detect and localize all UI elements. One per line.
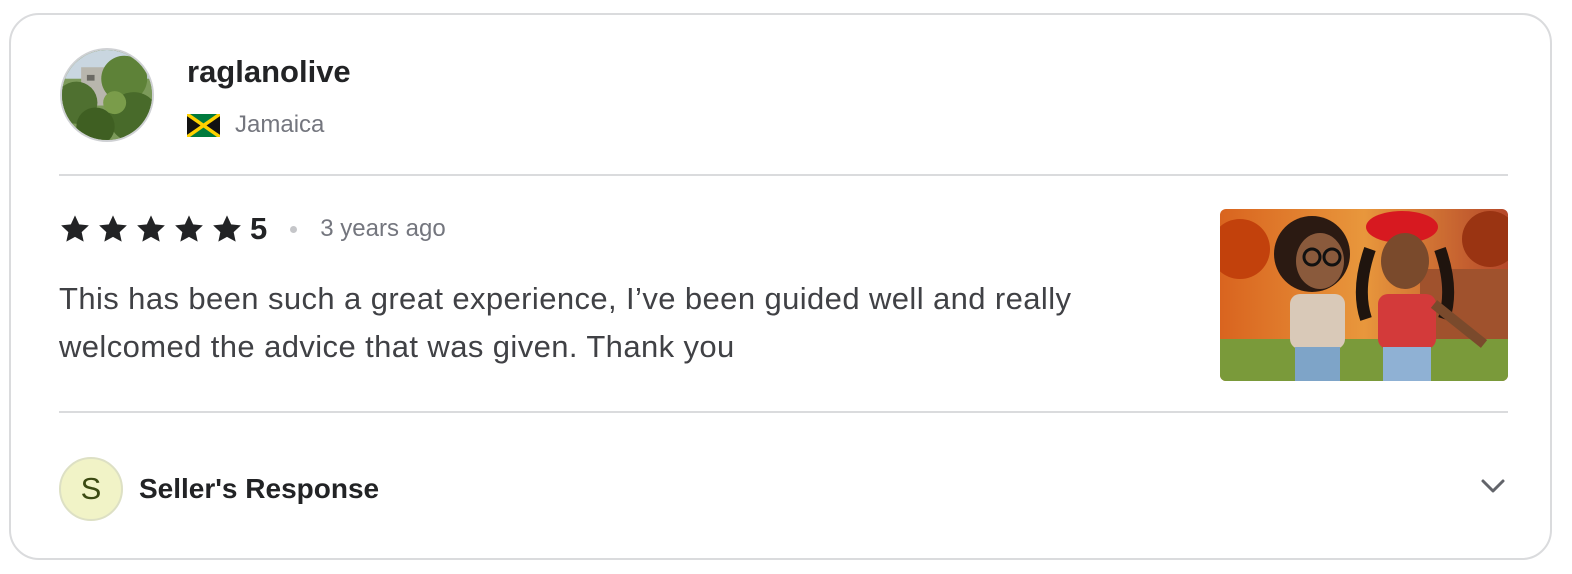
divider	[59, 174, 1508, 176]
star-rating	[59, 213, 249, 245]
star-icon	[99, 215, 127, 242]
jamaica-flag-icon	[187, 113, 220, 137]
review-image	[1220, 209, 1508, 381]
review-image-thumbnail[interactable]	[1220, 209, 1508, 381]
divider	[59, 411, 1508, 413]
seller-avatar: S	[59, 457, 123, 521]
star-icon	[213, 215, 241, 242]
chevron-down-icon[interactable]	[1478, 471, 1508, 501]
reviewer-avatar-image	[62, 50, 152, 140]
reviewer-avatar[interactable]	[60, 48, 154, 142]
review-card: raglanolive Jamaica 5 3 years ago This h…	[9, 13, 1552, 560]
seller-response-toggle[interactable]: S Seller's Response	[59, 457, 1508, 521]
star-icon	[175, 215, 203, 242]
star-icon	[137, 215, 165, 242]
review-text: This has been such a great experience, I…	[59, 281, 1072, 364]
country-name: Jamaica	[235, 111, 325, 138]
reviewer-country: Jamaica	[187, 111, 324, 139]
review-time: 3 years ago	[320, 215, 446, 242]
star-icon	[61, 215, 89, 242]
rating-row: 5 3 years ago	[59, 209, 446, 249]
rating-value: 5	[250, 211, 268, 246]
seller-response-label: Seller's Response	[139, 473, 380, 504]
reviewer-username[interactable]: raglanolive	[187, 52, 351, 92]
separator-dot	[290, 225, 298, 233]
